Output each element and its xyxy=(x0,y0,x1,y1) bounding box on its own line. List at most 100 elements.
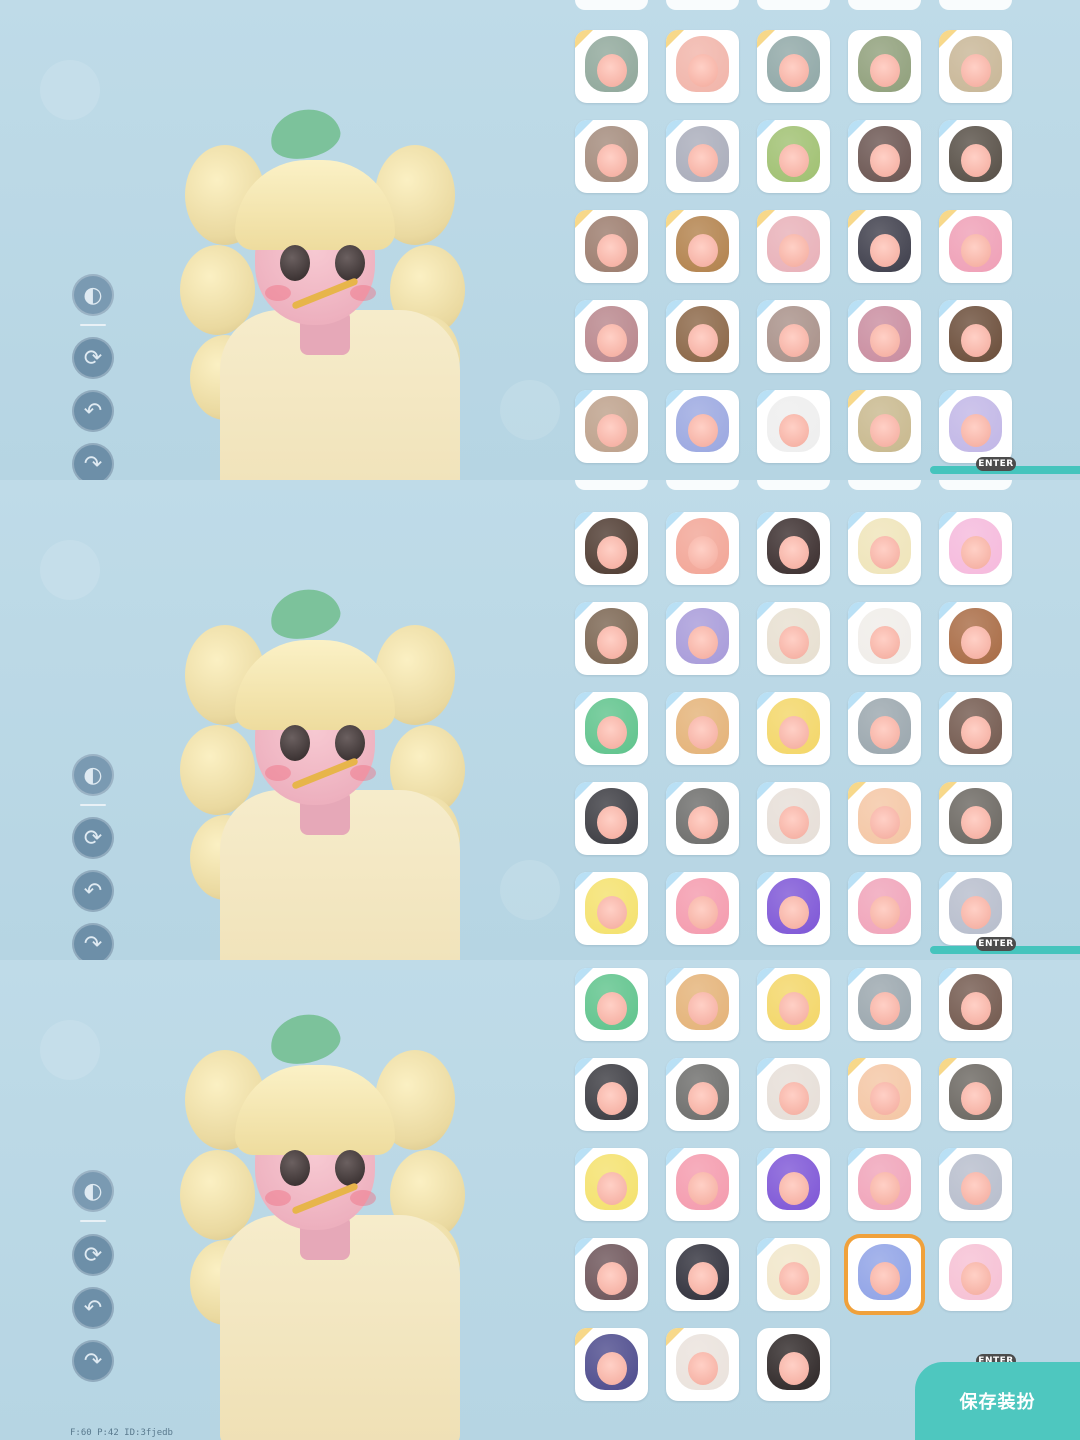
hair-style-tile[interactable] xyxy=(757,210,830,283)
hair-style-tile[interactable] xyxy=(666,30,739,103)
hair-style-tile[interactable] xyxy=(848,512,921,585)
hair-style-tile[interactable] xyxy=(848,30,921,103)
hair-style-tile[interactable] xyxy=(848,602,921,675)
hide-icon[interactable]: ◐ xyxy=(72,754,114,796)
hair-style-tile[interactable] xyxy=(939,602,1012,675)
hair-style-tile[interactable] xyxy=(666,300,739,373)
head-icon xyxy=(688,234,718,267)
hair-style-tile[interactable] xyxy=(848,210,921,283)
enter-button[interactable]: ENTER xyxy=(976,937,1016,951)
hair-style-tile[interactable] xyxy=(757,1238,830,1311)
hair-style-tile[interactable] xyxy=(575,692,648,765)
undo-icon[interactable]: ↶ xyxy=(72,870,114,912)
redo-icon[interactable]: ↷ xyxy=(72,443,114,480)
hair-style-tile[interactable] xyxy=(848,968,921,1041)
save-outfit-button[interactable]: 保存装扮 xyxy=(915,1362,1080,1440)
hair-style-tile[interactable] xyxy=(666,1328,739,1401)
hair-style-tile[interactable] xyxy=(848,692,921,765)
hair-style-tile[interactable] xyxy=(575,782,648,855)
hair-style-tile[interactable] xyxy=(575,210,648,283)
hair-grid xyxy=(575,512,1012,945)
hair-style-tile[interactable] xyxy=(757,120,830,193)
hair-style-tile[interactable] xyxy=(666,390,739,463)
hair-style-tile[interactable] xyxy=(757,782,830,855)
hair-style-tile[interactable] xyxy=(939,1238,1012,1311)
undo-icon[interactable]: ↶ xyxy=(72,390,114,432)
hair-style-tile[interactable] xyxy=(666,1238,739,1311)
head-icon xyxy=(597,1172,627,1205)
hair-style-tile[interactable] xyxy=(757,968,830,1041)
hair-style-tile[interactable] xyxy=(939,692,1012,765)
hair-style-tile[interactable] xyxy=(575,1058,648,1131)
hair-style-tile[interactable] xyxy=(939,872,1012,945)
hair-style-tile[interactable] xyxy=(939,512,1012,585)
hair-style-tile[interactable] xyxy=(848,872,921,945)
head-icon xyxy=(870,54,900,87)
hair-style-tile[interactable] xyxy=(848,390,921,463)
hair-style-tile[interactable] xyxy=(939,1058,1012,1131)
hair-style-tile[interactable] xyxy=(575,1148,648,1221)
hair-style-tile[interactable] xyxy=(939,300,1012,373)
hair-style-tile[interactable] xyxy=(757,1058,830,1131)
hair-style-tile[interactable] xyxy=(848,782,921,855)
hair-style-tile[interactable] xyxy=(939,30,1012,103)
hair-style-tile[interactable] xyxy=(848,1148,921,1221)
hair-style-tile[interactable] xyxy=(848,120,921,193)
hair-style-tile[interactable] xyxy=(757,872,830,945)
hair-style-tile[interactable] xyxy=(666,692,739,765)
hair-style-tile[interactable] xyxy=(757,602,830,675)
hair-style-tile[interactable] xyxy=(757,1148,830,1221)
hair-style-tile[interactable] xyxy=(757,692,830,765)
hair-style-tile[interactable] xyxy=(939,968,1012,1041)
hair-style-tile[interactable] xyxy=(666,120,739,193)
hair-style-tile[interactable] xyxy=(757,300,830,373)
hair-style-tile[interactable] xyxy=(575,968,648,1041)
redo-icon[interactable]: ↷ xyxy=(72,1340,114,1382)
hair-style-tile[interactable] xyxy=(939,120,1012,193)
hair-style-tile[interactable] xyxy=(575,300,648,373)
rotate-icon[interactable]: ⟳ xyxy=(72,337,114,379)
hide-icon[interactable]: ◐ xyxy=(72,274,114,316)
head-icon xyxy=(961,716,991,749)
hair-style-tile[interactable] xyxy=(757,512,830,585)
hair-style-tile[interactable] xyxy=(666,602,739,675)
blush xyxy=(350,765,376,781)
hair-style-tile[interactable] xyxy=(939,1148,1012,1221)
hair-style-tile[interactable] xyxy=(939,390,1012,463)
hair-style-tile[interactable] xyxy=(939,210,1012,283)
rotate-icon[interactable]: ⟳ xyxy=(72,817,114,859)
character-model[interactable] xyxy=(175,103,485,480)
hair-style-tile[interactable] xyxy=(575,1238,648,1311)
undo-icon[interactable]: ↶ xyxy=(72,1287,114,1329)
head-icon xyxy=(961,414,991,447)
hair-style-tile[interactable] xyxy=(575,390,648,463)
hair-style-tile[interactable] xyxy=(939,782,1012,855)
hair-style-tile[interactable] xyxy=(666,782,739,855)
hair-style-tile[interactable] xyxy=(575,120,648,193)
hair-style-tile[interactable] xyxy=(575,512,648,585)
hair-style-tile[interactable] xyxy=(666,968,739,1041)
hair-style-tile[interactable] xyxy=(666,210,739,283)
character-model[interactable] xyxy=(175,583,485,960)
hair-style-tile[interactable] xyxy=(757,1328,830,1401)
hair-style-tile[interactable] xyxy=(666,1148,739,1221)
character-model[interactable] xyxy=(175,1008,485,1440)
enter-button[interactable]: ENTER xyxy=(976,457,1016,471)
head-icon xyxy=(870,1082,900,1115)
hair-style-tile[interactable] xyxy=(666,512,739,585)
rotate-icon[interactable]: ⟳ xyxy=(72,1234,114,1276)
hair-style-tile[interactable] xyxy=(848,300,921,373)
hair-style-tile[interactable] xyxy=(666,872,739,945)
hair-style-tile[interactable] xyxy=(848,1238,921,1311)
hair-style-tile[interactable] xyxy=(757,390,830,463)
head-icon xyxy=(779,414,809,447)
hair-style-tile[interactable] xyxy=(666,1058,739,1131)
redo-icon[interactable]: ↷ xyxy=(72,923,114,960)
hair-style-tile[interactable] xyxy=(848,1058,921,1131)
hair-style-tile[interactable] xyxy=(575,30,648,103)
hide-icon[interactable]: ◐ xyxy=(72,1170,114,1212)
hair-style-tile[interactable] xyxy=(575,872,648,945)
hair-style-tile[interactable] xyxy=(575,602,648,675)
hair-style-tile[interactable] xyxy=(575,1328,648,1401)
hair-style-tile[interactable] xyxy=(757,30,830,103)
